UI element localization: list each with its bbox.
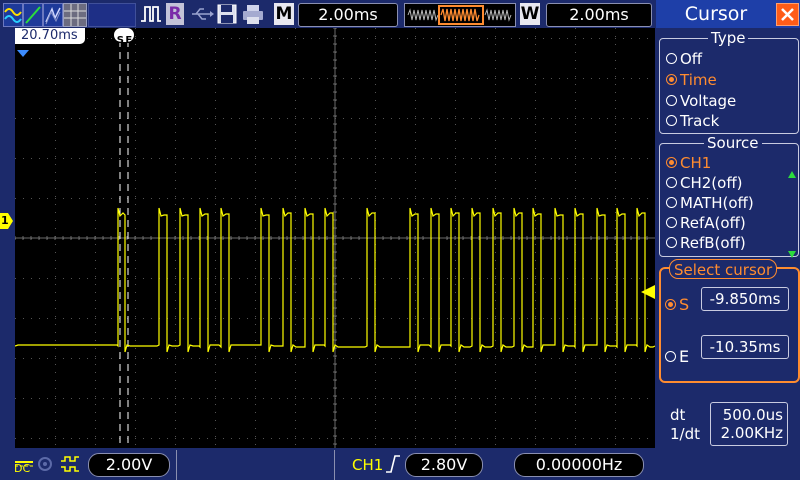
print-icon[interactable]	[242, 3, 264, 25]
cursor-s-value[interactable]: -9.850ms	[701, 287, 789, 311]
type-option-off[interactable]: Off	[666, 49, 702, 69]
select-cursor-group: Select cursor S -9.850ms E -10.35ms	[659, 259, 800, 383]
bandwidth-limit-icon[interactable]	[37, 456, 53, 476]
frequency-counter-readout: 0.00000Hz	[514, 453, 644, 477]
source-option-math[interactable]: MATH(off)	[666, 193, 754, 213]
main-timebase-readout[interactable]: 2.00ms	[298, 3, 398, 27]
source-option-ch1[interactable]: CH1	[666, 153, 711, 173]
radio-selected-icon	[665, 299, 676, 310]
cursor-e-value[interactable]: -10.35ms	[701, 335, 789, 359]
graticule	[15, 28, 655, 448]
type-group: Type Off Time Voltage Track	[659, 30, 799, 134]
scroll-down-icon[interactable]	[788, 244, 796, 263]
menu-title: Cursor	[684, 3, 748, 25]
menu-m-badge[interactable]: M	[274, 3, 294, 25]
radio-icon	[666, 197, 677, 208]
cursor-time-readout: 20.70ms	[15, 28, 85, 44]
bottom-divider	[176, 450, 177, 480]
dc-coupling-icon[interactable]: DC	[14, 454, 34, 476]
type-option-track[interactable]: Track	[666, 111, 719, 131]
radio-icon	[666, 95, 677, 106]
radio-selected-icon	[666, 157, 677, 168]
radio-icon	[666, 53, 677, 64]
window-position-indicator[interactable]	[404, 3, 516, 27]
cursor-s-radio[interactable]: S	[665, 295, 689, 315]
run-state-icon: R	[166, 3, 184, 25]
grid-icon[interactable]	[63, 3, 87, 27]
bottom-divider-2	[334, 450, 335, 480]
blank-status-box	[88, 3, 136, 27]
dt-value: 500.0us	[722, 406, 783, 424]
cursor-se-marker[interactable]: S E	[114, 28, 134, 46]
radio-icon	[666, 115, 677, 126]
trigger-pulse-icon	[140, 3, 162, 25]
radio-icon	[666, 217, 677, 228]
radio-icon	[665, 351, 676, 362]
inv-dt-value: 2.00KHz	[720, 424, 783, 442]
type-option-time[interactable]: Time	[666, 70, 717, 90]
radio-icon	[666, 177, 677, 188]
cursor-menu-panel: Cursor Type Off Time Voltage Track Sourc…	[656, 0, 800, 480]
bottom-status-bar: DC 2.00V CH1 2.80V 0.00000Hz	[0, 450, 656, 480]
top-toolbar: R M 2.00ms W 2.00ms	[0, 0, 656, 28]
source-option-refa[interactable]: RefA(off)	[666, 213, 746, 233]
measurement-box: 500.0us 2.00KHz	[710, 402, 788, 446]
source-group: Source CH1 CH2(off) MATH(off) RefA(off) …	[659, 135, 799, 258]
window-timebase-readout[interactable]: 2.00ms	[546, 3, 652, 27]
persist-icon[interactable]	[43, 3, 63, 27]
radio-icon	[666, 237, 677, 248]
trigger-level-marker[interactable]	[641, 284, 655, 303]
channel1-marker-label: 1	[1, 214, 9, 227]
trigger-source-label[interactable]: CH1	[352, 455, 383, 475]
usb-icon	[190, 3, 214, 25]
vector-mode-icon[interactable]	[23, 3, 43, 27]
ch1-scale-readout[interactable]: 2.00V	[88, 453, 170, 477]
trigger-level-readout[interactable]: 2.80V	[405, 453, 483, 477]
radio-selected-icon	[666, 74, 677, 85]
rising-edge-icon	[385, 455, 401, 477]
cursor-lines[interactable]	[119, 40, 129, 448]
inv-dt-label: 1/dt	[670, 425, 700, 443]
dt-label: dt	[670, 406, 686, 424]
trace-mode-icon[interactable]	[3, 3, 23, 27]
source-group-label: Source	[704, 135, 762, 151]
scroll-up-icon[interactable]	[788, 164, 796, 183]
menu-title-bar: Cursor	[656, 0, 800, 28]
type-group-label: Type	[708, 30, 749, 46]
menu-w-badge[interactable]: W	[520, 3, 540, 25]
close-icon[interactable]	[776, 3, 799, 26]
source-option-refb[interactable]: RefB(off)	[666, 233, 746, 253]
cursor-e-radio[interactable]: E	[665, 347, 689, 367]
waveform-display[interactable]: 20.70ms S E	[15, 28, 655, 448]
select-cursor-label: Select cursor	[669, 259, 778, 279]
channel1-ground-marker[interactable]: 1	[0, 213, 13, 229]
trigger-position-marker[interactable]	[17, 43, 29, 62]
invert-icon[interactable]	[60, 456, 80, 476]
save-icon[interactable]	[217, 3, 237, 25]
source-option-ch2[interactable]: CH2(off)	[666, 173, 743, 193]
type-option-voltage[interactable]: Voltage	[666, 91, 736, 111]
